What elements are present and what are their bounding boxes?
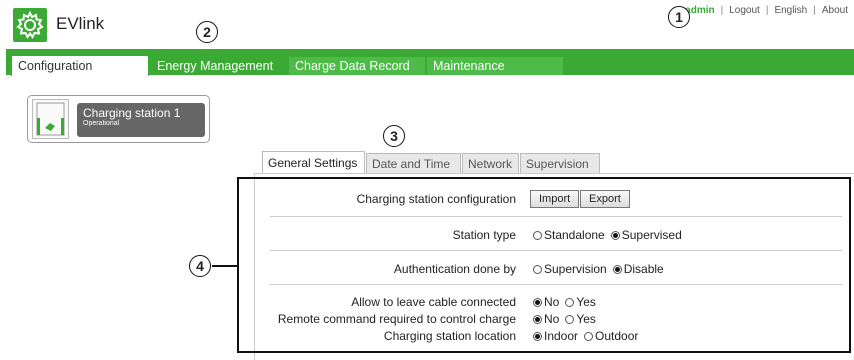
- remote-label: Remote command required to control charg…: [277, 312, 516, 326]
- cable-label: Allow to leave cable connected: [351, 295, 516, 309]
- standalone-radio[interactable]: [533, 230, 542, 240]
- outdoor-radio[interactable]: [584, 331, 594, 341]
- about-link[interactable]: About: [822, 5, 848, 16]
- remote-yes-label: Yes: [576, 312, 596, 326]
- config-label: Charging station configuration: [356, 192, 516, 206]
- tab-configuration[interactable]: Configuration: [11, 55, 149, 76]
- supervised-radio[interactable]: [610, 230, 620, 240]
- export-button[interactable]: Export: [580, 190, 630, 208]
- tab-charge-data-record[interactable]: Charge Data Record: [289, 57, 425, 75]
- divider: [270, 284, 842, 285]
- station-label[interactable]: Charging station 1 Operational: [77, 103, 205, 137]
- separator: |: [720, 5, 724, 16]
- cable-no-label: No: [544, 295, 560, 309]
- separator: |: [813, 5, 816, 16]
- standalone-label: Standalone: [544, 228, 605, 242]
- tab-maintenance[interactable]: Maintenance: [427, 57, 563, 75]
- cable-options: No Yes: [533, 295, 596, 309]
- indoor-radio[interactable]: [533, 331, 542, 341]
- charging-station-icon: [32, 99, 69, 139]
- station-name: Charging station 1: [83, 106, 181, 120]
- logo: [13, 8, 47, 42]
- subtab-general-settings[interactable]: General Settings: [262, 151, 365, 174]
- separator: |: [765, 5, 769, 16]
- remote-no-label: No: [544, 312, 560, 326]
- auth-options: Supervision Disable: [533, 262, 664, 276]
- remote-yes-radio[interactable]: [565, 314, 575, 324]
- subtab-network[interactable]: Network: [462, 153, 519, 173]
- indoor-label: Indoor: [544, 329, 579, 343]
- language-link[interactable]: English: [774, 5, 807, 16]
- station-type-label: Station type: [452, 228, 516, 242]
- app-name: EVlink: [56, 14, 105, 33]
- gear-icon: [16, 10, 44, 39]
- remote-options: No Yes: [533, 312, 596, 326]
- auth-label: Authentication done by: [393, 262, 516, 276]
- supervised-label: Supervised: [621, 228, 682, 242]
- cable-no-radio[interactable]: [533, 297, 542, 307]
- station-type-options: Standalone Supervised: [533, 228, 682, 242]
- divider: [270, 250, 842, 251]
- supervision-radio[interactable]: [533, 264, 542, 274]
- logout-link[interactable]: Logout: [729, 5, 760, 16]
- subtab-date-and-time[interactable]: Date and Time: [366, 153, 461, 173]
- disable-label: Disable: [623, 262, 664, 276]
- cable-yes-radio[interactable]: [565, 297, 575, 307]
- station-status: Operational: [83, 120, 120, 127]
- location-options: Indoor Outdoor: [533, 329, 638, 343]
- supervision-label: Supervision: [544, 262, 607, 276]
- callout-4: 4: [189, 255, 211, 277]
- callout-4-pointer: [212, 265, 237, 267]
- location-label: Charging station location: [383, 329, 516, 343]
- divider: [270, 216, 842, 217]
- remote-no-radio[interactable]: [533, 314, 542, 324]
- callout-3: 3: [383, 125, 405, 147]
- tab-energy-management[interactable]: Energy Management: [151, 57, 287, 75]
- callout-1: 1: [668, 6, 690, 28]
- disable-radio[interactable]: [612, 264, 622, 274]
- subtab-supervision[interactable]: Supervision: [520, 153, 600, 173]
- cable-yes-label: Yes: [576, 295, 596, 309]
- header-links: admin | Logout | English | About: [685, 5, 848, 16]
- outdoor-label: Outdoor: [595, 329, 639, 343]
- import-button[interactable]: Import: [530, 190, 580, 208]
- callout-2: 2: [196, 21, 218, 43]
